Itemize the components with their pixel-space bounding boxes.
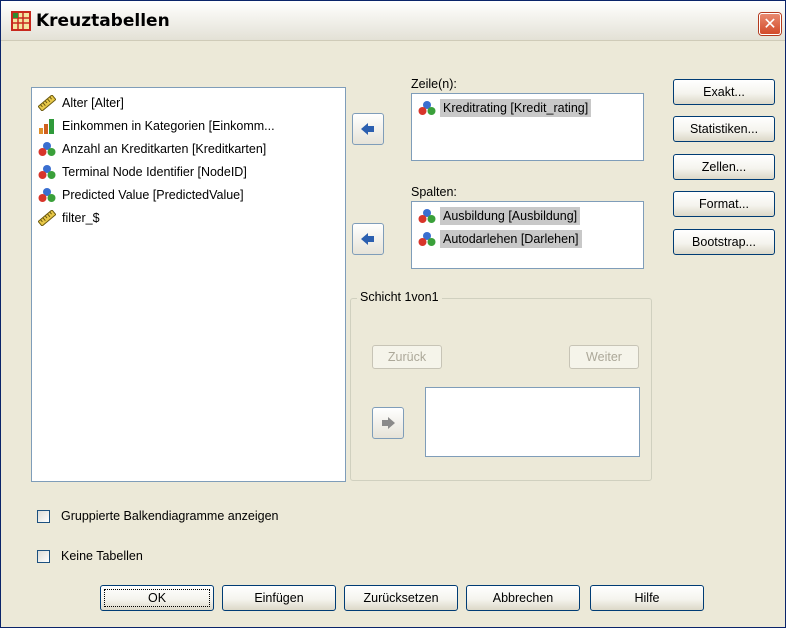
- clustered-bars-checkbox[interactable]: [37, 510, 50, 523]
- layer-back-button[interactable]: Zurück: [372, 345, 442, 369]
- layer-title: Schicht 1von1: [357, 290, 442, 304]
- crosstabs-table-icon: [11, 11, 31, 31]
- rows-list[interactable]: Kreditrating [Kredit_rating]: [411, 93, 644, 161]
- ok-button[interactable]: OK: [100, 585, 214, 611]
- exact-button[interactable]: Exakt...: [673, 79, 775, 105]
- close-icon: ✕: [763, 14, 777, 33]
- nominal-balls-icon: [418, 231, 436, 247]
- variable-item[interactable]: Terminal Node Identifier [NodeID]: [32, 161, 345, 184]
- nominal-balls-icon: [38, 187, 56, 203]
- dialog-body: Alter [Alter] Einkommen in Kategorien [E…: [7, 45, 779, 623]
- focus-rectangle: [104, 589, 210, 607]
- variable-item[interactable]: Anzahl an Kreditkarten [Kreditkarten]: [32, 138, 345, 161]
- variable-item[interactable]: Alter [Alter]: [32, 92, 345, 115]
- ruler-scale-icon: [37, 94, 57, 112]
- nominal-balls-icon: [38, 164, 56, 180]
- variable-item[interactable]: Predicted Value [PredictedValue]: [32, 184, 345, 207]
- no-tables-label: Keine Tabellen: [61, 549, 143, 563]
- move-to-rows-button[interactable]: [352, 113, 384, 145]
- ordinal-bars-icon: [38, 118, 56, 134]
- window-title: Kreuztabellen: [36, 11, 170, 31]
- paste-button[interactable]: Einfügen: [222, 585, 336, 611]
- variable-label: Terminal Node Identifier [NodeID]: [62, 165, 247, 179]
- reset-button[interactable]: Zurücksetzen: [344, 585, 458, 611]
- nominal-balls-icon: [418, 100, 436, 116]
- columns-item-label: Ausbildung [Ausbildung]: [440, 207, 581, 225]
- arrow-right-icon: [382, 417, 395, 429]
- clustered-bars-label: Gruppierte Balkendiagramme anzeigen: [61, 509, 279, 523]
- columns-label: Spalten:: [411, 185, 457, 199]
- format-button[interactable]: Format...: [673, 191, 775, 217]
- crosstabs-dialog: Kreuztabellen ✕ Alter [Alter] Einkommen …: [0, 0, 786, 628]
- columns-item-label: Autodarlehen [Darlehen]: [440, 230, 582, 248]
- move-to-columns-button[interactable]: [352, 223, 384, 255]
- columns-list[interactable]: Ausbildung [Ausbildung] Autodarlehen [Da…: [411, 201, 644, 269]
- nominal-balls-icon: [38, 141, 56, 157]
- layer-next-button[interactable]: Weiter: [569, 345, 639, 369]
- no-tables-checkbox[interactable]: [37, 550, 50, 563]
- columns-item[interactable]: Ausbildung [Ausbildung]: [412, 205, 643, 228]
- title-bar[interactable]: Kreuztabellen ✕: [1, 1, 785, 41]
- close-button[interactable]: ✕: [759, 13, 781, 35]
- move-to-layer-button[interactable]: [372, 407, 404, 439]
- columns-item[interactable]: Autodarlehen [Darlehen]: [412, 228, 643, 251]
- rows-item[interactable]: Kreditrating [Kredit_rating]: [412, 97, 643, 120]
- arrow-left-icon: [361, 233, 374, 245]
- rows-item-label: Kreditrating [Kredit_rating]: [440, 99, 592, 117]
- cancel-button[interactable]: Abbrechen: [466, 585, 580, 611]
- arrow-left-icon: [361, 123, 374, 135]
- variable-list[interactable]: Alter [Alter] Einkommen in Kategorien [E…: [31, 87, 346, 482]
- bootstrap-button[interactable]: Bootstrap...: [673, 229, 775, 255]
- variable-label: filter_$: [62, 211, 100, 225]
- variable-label: Einkommen in Kategorien [Einkomm...: [62, 119, 275, 133]
- variable-item[interactable]: Einkommen in Kategorien [Einkomm...: [32, 115, 345, 138]
- help-button[interactable]: Hilfe: [590, 585, 704, 611]
- variable-item[interactable]: filter_$: [32, 207, 345, 230]
- variable-label: Predicted Value [PredictedValue]: [62, 188, 244, 202]
- variable-label: Anzahl an Kreditkarten [Kreditkarten]: [62, 142, 267, 156]
- layer-list[interactable]: [425, 387, 640, 457]
- ruler-scale-icon: [37, 209, 57, 227]
- statistics-button[interactable]: Statistiken...: [673, 116, 775, 142]
- rows-label: Zeile(n):: [411, 77, 457, 91]
- cells-button[interactable]: Zellen...: [673, 154, 775, 180]
- nominal-balls-icon: [418, 208, 436, 224]
- variable-label: Alter [Alter]: [62, 96, 124, 110]
